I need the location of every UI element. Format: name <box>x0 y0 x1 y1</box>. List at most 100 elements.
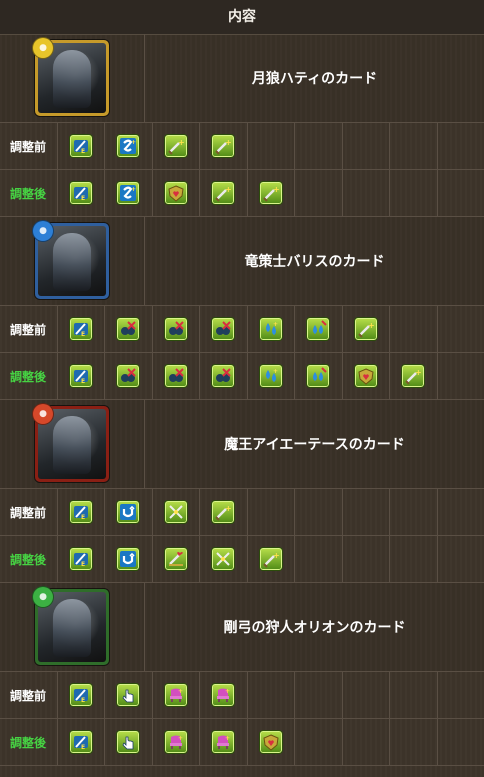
svg-text:+: + <box>273 321 278 328</box>
svg-text:+: + <box>131 139 136 146</box>
sword-plus-icon: + <box>211 181 236 205</box>
icon-cell <box>390 489 438 535</box>
label-before-adjustment: 調整前 <box>0 489 58 535</box>
icon-cell <box>200 536 248 582</box>
enhanced-attack-icon: E <box>68 181 93 205</box>
icon-cell <box>390 719 438 765</box>
icon-cell <box>295 123 343 169</box>
card-row: ● 魔王アイエーテースのカード <box>0 400 484 489</box>
svg-text:+: + <box>178 688 183 695</box>
icon-cell: E <box>58 536 105 582</box>
svg-text:E: E <box>81 514 85 521</box>
icon-cell: + <box>200 672 248 718</box>
svg-text:+: + <box>225 185 232 194</box>
u-turn-icon <box>116 500 141 524</box>
icon-cell <box>438 672 484 718</box>
icon-cell: E <box>58 170 105 216</box>
card-thumbnail[interactable]: ● <box>32 37 109 116</box>
icon-cell <box>200 306 248 352</box>
light-attribute-icon: ● <box>32 37 54 59</box>
awakening-row-after: 調整後 E + <box>0 536 484 583</box>
bind-resist-icon <box>116 317 141 341</box>
bind-resist-icon <box>211 364 236 388</box>
card-row: ● 剛弓の狩人オリオンのカード <box>0 583 484 672</box>
icon-cell <box>105 353 153 399</box>
card-name: 魔王アイエーテースのカード <box>224 437 405 453</box>
svg-text:+: + <box>368 321 375 330</box>
u-turn-icon <box>116 547 141 571</box>
icon-cell <box>343 123 390 169</box>
icon-cell <box>295 306 343 352</box>
card-thumbnail-cell: ● <box>0 217 145 305</box>
svg-text:E: E <box>81 744 85 751</box>
water-drop-plus-icon <box>306 317 331 341</box>
combo-skill-icon: + <box>116 134 141 158</box>
pink-chair-icon: + <box>163 730 188 754</box>
awakening-grid: ● 月狼ハティのカード 調整前 E + + + 調整後 E + + + ● 竜策士バリスのカード 調整前 E +… <box>0 34 484 766</box>
svg-text:+: + <box>225 735 230 742</box>
icon-cell <box>153 353 200 399</box>
card-row: ● 月狼ハティのカード <box>0 34 484 123</box>
icon-cell: E <box>58 489 105 535</box>
icon-cell <box>343 170 390 216</box>
icon-cell: + <box>200 170 248 216</box>
icon-cell <box>390 536 438 582</box>
card-thumbnail[interactable]: ● <box>32 220 109 299</box>
svg-text:+: + <box>178 138 185 147</box>
awakening-table-panel: 内容 ● 月狼ハティのカード 調整前 E + + + 調整後 E + + + ● 竜策士バリスのカード 調整… <box>0 0 484 777</box>
icon-cell: + <box>153 672 200 718</box>
svg-text:E: E <box>81 195 85 202</box>
icon-cell: + <box>105 123 153 169</box>
enhanced-attack-icon: E <box>68 134 93 158</box>
svg-text:E: E <box>81 378 85 385</box>
label-after-adjustment: 調整後 <box>0 719 58 765</box>
icon-cell: E <box>58 719 105 765</box>
icon-cell <box>295 672 343 718</box>
awakening-row-after: 調整後 E + + <box>0 353 484 400</box>
icon-cell <box>390 672 438 718</box>
icon-cell: + <box>390 353 438 399</box>
icon-cell: + <box>153 719 200 765</box>
icon-cell: + <box>200 489 248 535</box>
icon-cell: E <box>58 123 105 169</box>
icon-cell: + <box>105 170 153 216</box>
enhanced-attack-icon: E <box>68 683 93 707</box>
label-after-adjustment: 調整後 <box>0 170 58 216</box>
cross-swords-icon <box>163 500 188 524</box>
icon-cell <box>390 170 438 216</box>
hand-tap-icon <box>116 683 141 707</box>
icon-cell: + <box>343 306 390 352</box>
icon-cell <box>248 672 295 718</box>
card-name: 竜策士バリスのカード <box>244 254 385 270</box>
icon-cell <box>248 123 295 169</box>
sword-plus-icon: + <box>401 364 426 388</box>
icon-cell <box>153 489 200 535</box>
icon-cell <box>390 306 438 352</box>
card-thumbnail-cell: ● <box>0 583 145 671</box>
card-name: 剛弓の狩人オリオンのカード <box>223 620 406 636</box>
shield-heart-icon <box>258 730 283 754</box>
water-attribute-icon: ● <box>32 220 54 242</box>
bind-resist-icon <box>163 364 188 388</box>
pink-chair-icon: + <box>211 730 236 754</box>
svg-text:+: + <box>273 551 280 560</box>
svg-text:+: + <box>131 186 136 193</box>
card-thumbnail[interactable]: ● <box>32 586 109 665</box>
card-thumbnail[interactable]: ● <box>32 403 109 482</box>
icon-cell: + <box>200 123 248 169</box>
icon-cell <box>438 123 484 169</box>
awakening-row-before: 調整前 E + + <box>0 306 484 353</box>
card-thumbnail-cell: ● <box>0 34 145 122</box>
enhanced-attack-icon: E <box>68 500 93 524</box>
svg-text:+: + <box>273 368 278 375</box>
cross-swords-icon <box>211 547 236 571</box>
icon-cell <box>105 536 153 582</box>
icon-cell: + <box>153 123 200 169</box>
icon-cell <box>153 170 200 216</box>
svg-text:E: E <box>81 331 85 338</box>
svg-text:+: + <box>225 688 230 695</box>
hand-tap-icon <box>116 730 141 754</box>
icon-cell <box>438 719 484 765</box>
bind-resist-icon <box>211 317 236 341</box>
sword-plus-icon: + <box>258 181 283 205</box>
